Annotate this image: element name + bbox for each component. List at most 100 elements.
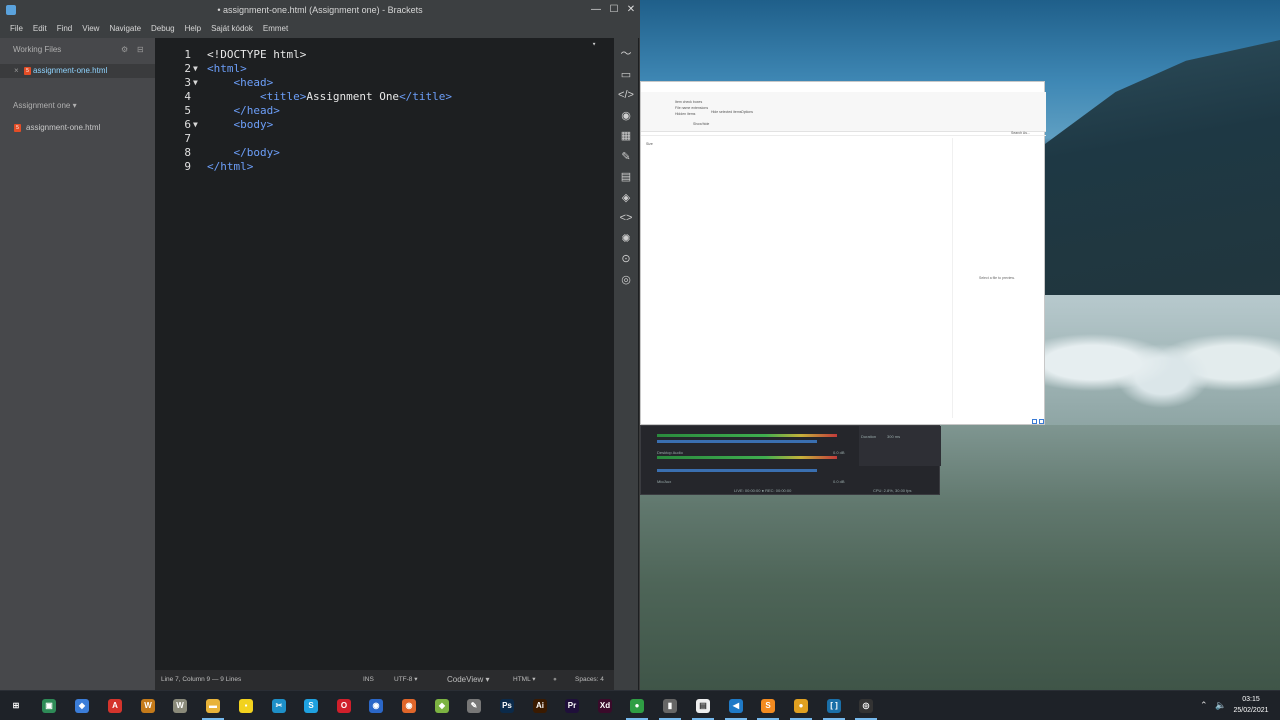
brackets-icon[interactable]: <>: [618, 210, 634, 226]
hide-selected-button[interactable]: Hide selected items: [711, 110, 742, 114]
obs-cpu: CPU: 2.8%, 30.00 fps: [873, 488, 912, 493]
menu-edit[interactable]: Edit: [33, 20, 47, 38]
fold-arrow-icon[interactable]: ▼: [193, 118, 198, 132]
notepad-icon[interactable]: ▤: [696, 699, 710, 713]
firefox-dev-icon[interactable]: ◉: [369, 699, 383, 713]
tools-icon[interactable]: ✎: [618, 149, 634, 165]
chrome-icon[interactable]: ●: [630, 699, 644, 713]
close-file-icon[interactable]: ×: [14, 64, 19, 78]
skype-icon[interactable]: S: [304, 699, 318, 713]
language-select[interactable]: HTML ▾: [513, 670, 536, 690]
vscode-icon[interactable]: ◀: [729, 699, 743, 713]
opera-icon[interactable]: O: [337, 699, 351, 713]
app-green-icon[interactable]: ▣: [42, 699, 56, 713]
brackets-taskbar-icon[interactable]: [ ]: [827, 699, 841, 713]
checkbox-item-check-boxes[interactable]: Item check boxes: [675, 100, 702, 104]
sticky-notes-icon[interactable]: ▪: [239, 699, 253, 713]
menu-debug[interactable]: Debug: [151, 20, 175, 38]
menu-custom-snippets[interactable]: Saját kódok: [211, 20, 253, 38]
fold-arrow-icon[interactable]: ▼: [193, 62, 198, 76]
minimize-button[interactable]: —: [587, 0, 605, 20]
code-line[interactable]: 9 </html>: [155, 160, 614, 174]
project-file-item[interactable]: 5 assignment-one.html: [0, 121, 155, 135]
insert-mode-toggle[interactable]: INS: [363, 670, 374, 690]
fold-arrow-icon[interactable]: ▼: [193, 76, 198, 90]
checkbox-file-extensions[interactable]: File name extensions: [675, 106, 708, 110]
game-icon[interactable]: W: [141, 699, 155, 713]
search-input[interactable]: Search As...: [1011, 131, 1030, 135]
lint-status-icon[interactable]: ●: [553, 670, 557, 690]
working-file-item[interactable]: × 5 assignment-one.html: [0, 64, 155, 78]
lightbulb-icon[interactable]: ✺: [618, 231, 634, 247]
view-tiles-button[interactable]: [1039, 419, 1044, 424]
menu-find[interactable]: Find: [57, 20, 73, 38]
code-editor[interactable]: ▾ 1 <!DOCTYPE html> 2 ▼ <html> 3 ▼ <head> 4 <ti…: [155, 38, 614, 670]
firefox-icon[interactable]: ◉: [402, 699, 416, 713]
file-explorer-icon[interactable]: ▬: [206, 699, 220, 713]
duration-value[interactable]: 300 ms: [887, 434, 900, 439]
volume-icon[interactable]: 🔈: [1215, 700, 1226, 711]
view-details-button[interactable]: [1032, 419, 1037, 424]
lamp-icon[interactable]: ⊙: [618, 251, 634, 267]
premiere-icon[interactable]: Pr: [565, 699, 579, 713]
menu-navigate[interactable]: Navigate: [109, 20, 141, 38]
eye-icon[interactable]: ◉: [618, 108, 634, 124]
menu-help[interactable]: Help: [185, 20, 201, 38]
menu-emmet[interactable]: Emmet: [263, 20, 288, 38]
system-clock[interactable]: 03:15 25/02/2021: [1226, 694, 1276, 716]
photoshop-icon[interactable]: Ps: [500, 699, 514, 713]
inkscape-icon[interactable]: ✎: [467, 699, 481, 713]
obs-icon[interactable]: ◎: [859, 699, 873, 713]
obs-window[interactable]: Desktop Audio 0.0 dB Mic/Aux 0.0 dB LIVE…: [640, 425, 941, 495]
notes-icon[interactable]: ▤: [618, 169, 634, 185]
code-text: </head>: [207, 104, 280, 118]
tray-chevron-icon[interactable]: ⌃: [1200, 700, 1208, 711]
menu-file[interactable]: File: [10, 20, 23, 38]
xd-icon[interactable]: Xd: [598, 699, 612, 713]
address-bar[interactable]: [641, 128, 1046, 136]
gear-icon[interactable]: ⚙: [121, 45, 128, 54]
code-line[interactable]: 5 </head>: [155, 104, 614, 118]
git-icon[interactable]: ◈: [618, 190, 634, 206]
sketchup-icon[interactable]: ◆: [435, 699, 449, 713]
code-line[interactable]: 4 <title>Assignment One</title>: [155, 90, 614, 104]
word-icon[interactable]: W: [173, 699, 187, 713]
code-line[interactable]: 7: [155, 132, 614, 146]
indent-spaces[interactable]: Spaces: 4: [575, 670, 604, 690]
illustrator-icon[interactable]: Ai: [533, 699, 547, 713]
db-readout: 0.0 dB: [833, 450, 845, 455]
options-button[interactable]: Options: [741, 110, 753, 114]
html-tag-token: <title>: [259, 90, 307, 103]
code-line[interactable]: 1 <!DOCTYPE html>: [155, 48, 614, 62]
code-line[interactable]: 3 ▼ <head>: [155, 76, 614, 90]
chrome-canary-icon[interactable]: ●: [794, 699, 808, 713]
encoding-select[interactable]: UTF-8 ▾: [394, 670, 417, 690]
close-button[interactable]: ✕: [622, 0, 640, 20]
view-select[interactable]: CodeView ▾: [447, 670, 490, 690]
code-line[interactable]: 2 ▼ <html>: [155, 62, 614, 76]
sublime-icon[interactable]: S: [761, 699, 775, 713]
acrobat-icon[interactable]: A: [108, 699, 122, 713]
extension-icon[interactable]: ▭: [618, 67, 634, 83]
brackets-window[interactable]: • assignment-one.html (Assignment one) -…: [0, 0, 640, 690]
checker-icon[interactable]: ▦: [618, 128, 634, 144]
usb-icon[interactable]: ▮: [663, 699, 677, 713]
file-explorer-window[interactable]: Item check boxes File name extensions Hi…: [640, 81, 1046, 425]
code-icon[interactable]: </>: [618, 87, 634, 103]
column-header[interactable]: Size: [646, 142, 653, 146]
menu-view[interactable]: View: [82, 20, 99, 38]
maximize-button[interactable]: ☐: [605, 0, 623, 20]
code-line[interactable]: 8 </body>: [155, 146, 614, 160]
project-title[interactable]: Assignment one ▾: [13, 101, 77, 110]
windows-start-icon[interactable]: ⊞: [9, 699, 23, 713]
code-text: <title>Assignment One</title>: [207, 90, 452, 104]
split-view-icon[interactable]: ⊟: [137, 45, 144, 54]
checkbox-hidden-items[interactable]: Hidden items: [675, 112, 695, 116]
code-line[interactable]: 6 ▼ <body>: [155, 118, 614, 132]
snip-icon[interactable]: ✂: [272, 699, 286, 713]
project-file-name: assignment-one.html: [26, 123, 101, 132]
title-bar[interactable]: • assignment-one.html (Assignment one) -…: [0, 0, 640, 20]
preview-eye-icon[interactable]: ◎: [618, 272, 634, 288]
live-preview-icon[interactable]: 〜: [618, 46, 634, 62]
app-3d-icon[interactable]: ◆: [75, 699, 89, 713]
